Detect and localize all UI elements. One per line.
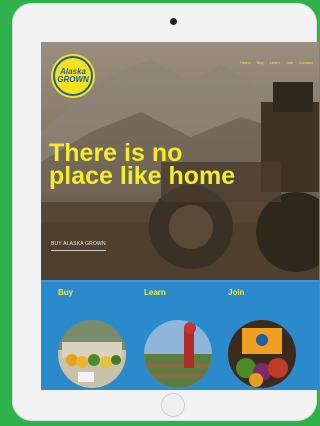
website-screen: Alaska GROWN Home Buy Learn Join Contact… — [41, 42, 319, 390]
card-image-buy — [58, 320, 126, 388]
hero-section: Alaska GROWN Home Buy Learn Join Contact… — [41, 42, 319, 280]
camera-dot — [170, 18, 177, 25]
top-nav: Home Buy Learn Join Contact — [240, 60, 313, 65]
card-title-join: Join — [228, 288, 245, 297]
nav-item-join[interactable]: Join — [286, 60, 293, 65]
hero-divider — [41, 280, 319, 282]
tablet-frame: Alaska GROWN Home Buy Learn Join Contact… — [12, 3, 319, 421]
card-learn[interactable]: Learn — [144, 288, 216, 388]
hero-subtext-link[interactable]: BUY ALASKA GROWN — [51, 241, 106, 251]
nav-item-buy[interactable]: Buy — [257, 60, 264, 65]
hero-headline: There is no place like home — [49, 139, 236, 190]
card-buy[interactable]: Buy — [58, 288, 130, 388]
logo-line2: GROWN — [57, 75, 89, 84]
card-title-buy: Buy — [58, 288, 74, 297]
card-title-learn: Learn — [144, 288, 166, 297]
card-image-learn — [144, 320, 212, 388]
nav-item-home[interactable]: Home — [240, 60, 251, 65]
home-button[interactable] — [161, 393, 185, 417]
nav-item-learn[interactable]: Learn — [270, 60, 280, 65]
feature-cards: Buy Learn Join — [41, 288, 319, 388]
alaska-grown-logo[interactable]: Alaska GROWN — [53, 56, 93, 96]
nav-item-contact[interactable]: Contact — [299, 60, 313, 65]
card-image-join — [228, 320, 296, 388]
card-join[interactable]: Join — [228, 288, 300, 388]
